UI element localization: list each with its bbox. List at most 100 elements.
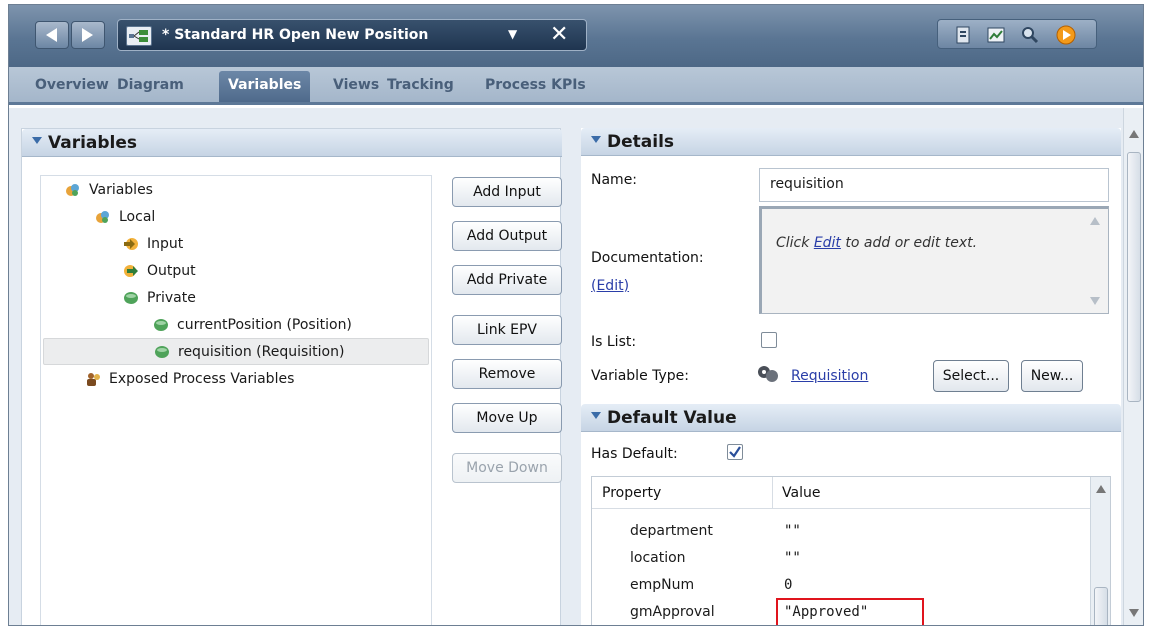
link-epv-button[interactable]: Link EPV [452,315,562,345]
chart-icon[interactable] [986,25,1006,45]
collapse-arrow-icon[interactable] [591,412,601,419]
property-name: department [630,523,713,539]
property-value[interactable]: "" [784,523,801,539]
has-default-label: Has Default: [591,446,678,462]
scroll-up-icon[interactable] [1090,217,1100,225]
select-button[interactable]: Select... [933,360,1009,392]
property-name: gmApproval [630,604,715,620]
editor-subtabs: Overview Diagram Variables Views Trackin… [9,67,1143,105]
chevron-down-icon[interactable]: ▼ [508,27,517,41]
tree-item-output[interactable]: Output [123,257,196,284]
forward-arrow-icon [82,28,93,42]
edit-link[interactable]: Edit [814,235,841,251]
tree-item-label: Private [147,289,196,306]
section-title: Details [607,132,675,152]
tree-item-label: currentPosition (Position) [177,316,352,333]
table-row[interactable]: empNum 0 [592,573,1110,600]
column-header-value[interactable]: Value [782,485,820,501]
page-scrollbar[interactable] [1123,108,1143,625]
private-dot-icon [154,318,168,331]
variables-folder-icon [66,183,79,196]
tree-item-current-position[interactable]: currentPosition (Position) [153,311,352,338]
move-down-button: Move Down [452,453,562,483]
new-button[interactable]: New... [1021,360,1083,392]
close-icon[interactable]: ✕ [550,22,568,47]
local-folder-icon [96,210,109,223]
output-arrow-icon [124,264,138,277]
tree-item-variables[interactable]: Variables [65,176,153,203]
editor-toolbar [937,19,1097,49]
documentation-edit-link[interactable]: (Edit) [591,278,629,294]
scroll-up-icon[interactable] [1096,485,1106,493]
scroll-up-icon[interactable] [1129,130,1139,138]
tree-item-private[interactable]: Private [123,284,196,311]
tree-item-exposed-process-variables[interactable]: Exposed Process Variables [85,365,294,392]
column-header-property[interactable]: Property [602,485,661,501]
private-dot-icon [155,345,169,358]
tree-item-label: Exposed Process Variables [109,370,295,387]
scroll-thumb[interactable] [1127,152,1141,402]
tree-item-label: Variables [89,181,153,198]
editor-tab[interactable]: * Standard HR Open New Position ▼ ✕ [117,19,587,51]
section-title: Variables [48,133,138,153]
table-header: Property Value [592,477,1110,509]
table-row[interactable]: gmApproval "Approved" [592,598,1110,625]
details-section: Details Name: requisition Documentation:… [581,128,1121,625]
documentation-label: Documentation: [591,250,704,266]
forward-button[interactable] [71,21,105,49]
property-value[interactable]: 0 [784,577,792,593]
has-default-checkbox[interactable] [727,444,743,460]
checkmark-icon [729,446,741,458]
back-button[interactable] [35,21,69,49]
details-section-header[interactable]: Details [581,128,1121,156]
tab-tracking[interactable]: Tracking [387,77,454,93]
variables-section-header[interactable]: Variables [22,129,562,157]
table-row[interactable]: location "" [592,546,1110,573]
tree-item-label: requisition (Requisition) [178,343,345,360]
property-name: empNum [630,577,695,593]
variables-tree: Variables Local Input Output Private cur… [40,175,432,625]
editor-title-bar: * Standard HR Open New Position ▼ ✕ [9,5,1143,67]
collapse-arrow-icon[interactable] [591,136,601,143]
name-field[interactable]: requisition [759,168,1109,202]
table-scrollbar[interactable] [1090,477,1110,625]
hint-text: to add or edit text. [840,235,978,251]
add-output-button[interactable]: Add Output [452,221,562,251]
tab-process-kpis[interactable]: Process KPIs [485,77,586,93]
run-process-icon[interactable] [1056,25,1076,45]
is-list-checkbox[interactable] [761,332,777,348]
process-app-icon [126,26,152,46]
tree-item-requisition[interactable]: requisition (Requisition) [43,338,429,365]
scroll-down-icon[interactable] [1129,609,1139,617]
documentation-box[interactable]: Click Edit to add or edit text. [759,206,1109,314]
variable-type-link[interactable]: Requisition [791,368,868,384]
tab-variables[interactable]: Variables [219,71,311,102]
variables-page: Variables Variables Local Input Output P… [9,108,1143,625]
collapse-arrow-icon[interactable] [32,137,42,144]
tab-diagram[interactable]: Diagram [117,77,184,93]
property-value[interactable]: "" [784,550,801,566]
variable-type-label: Variable Type: [591,368,690,384]
tree-item-input[interactable]: Input [123,230,183,257]
default-value-table: Property Value department "" location ""… [591,476,1111,625]
column-divider[interactable] [772,477,773,509]
snapshot-icon[interactable] [954,25,974,45]
scroll-thumb[interactable] [1094,587,1108,625]
private-dot-icon [124,291,138,304]
optimizer-icon[interactable] [1020,25,1040,45]
tab-overview[interactable]: Overview [35,77,109,93]
add-private-button[interactable]: Add Private [452,265,562,295]
table-row[interactable]: department "" [592,519,1110,546]
default-value-section-header[interactable]: Default Value [581,404,1121,432]
business-object-icon [758,366,778,382]
tab-views[interactable]: Views [333,77,379,93]
move-up-button[interactable]: Move Up [452,403,562,433]
tree-item-label: Local [119,208,156,225]
value-highlight-box [776,598,924,625]
variables-section: Variables Variables Local Input Output P… [21,128,562,625]
remove-button[interactable]: Remove [452,359,562,389]
add-input-button[interactable]: Add Input [452,177,562,207]
tree-item-local[interactable]: Local [95,203,155,230]
name-label: Name: [591,172,638,188]
scroll-down-icon[interactable] [1090,297,1100,305]
